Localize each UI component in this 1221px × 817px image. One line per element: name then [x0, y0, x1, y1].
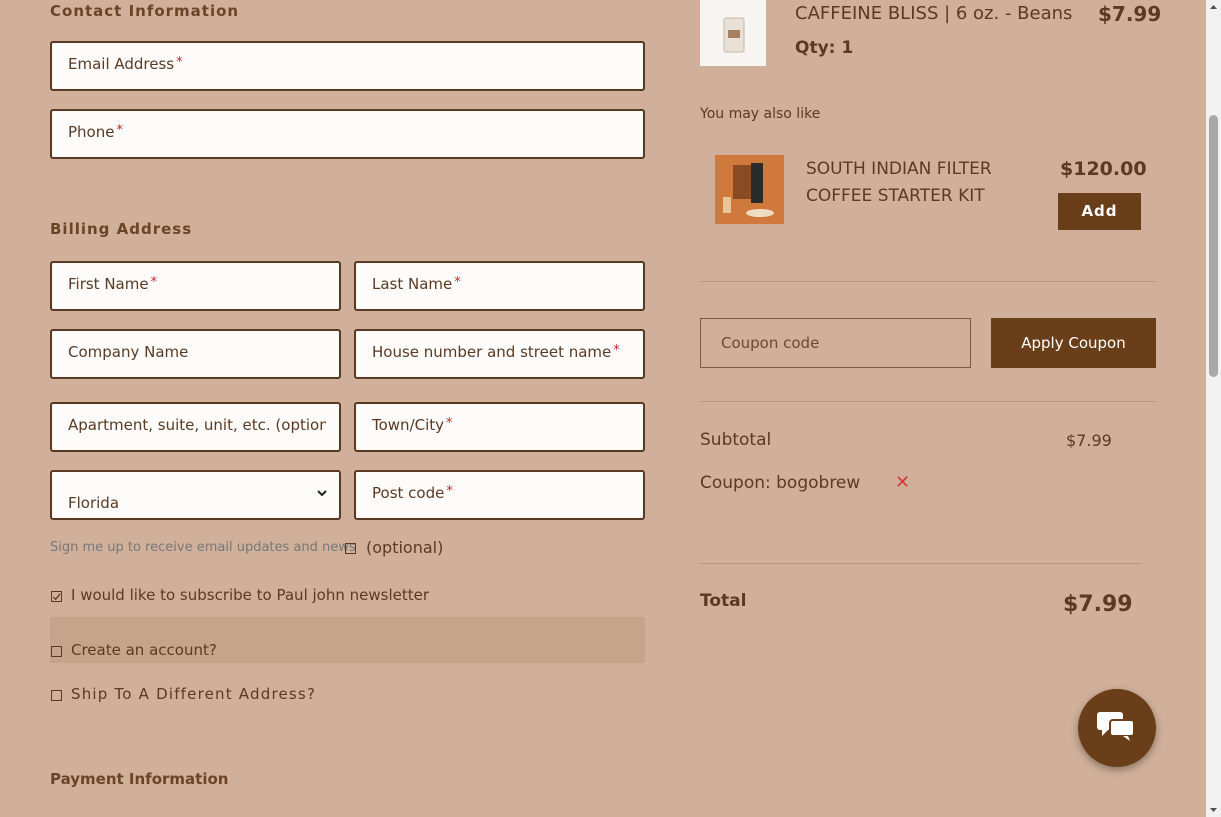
- total-label: Total: [700, 591, 747, 611]
- phone-placeholder: Phone: [68, 123, 115, 141]
- applied-coupon-label: Coupon: bogobrew: [700, 473, 861, 493]
- chat-button[interactable]: [1078, 689, 1156, 767]
- checkmark-icon: [52, 593, 61, 601]
- state-select[interactable]: Florida: [50, 470, 341, 520]
- town-city-placeholder: Town/City: [372, 416, 445, 434]
- contact-section-title: Contact Information: [50, 2, 240, 20]
- total-value: $7.99: [1063, 592, 1133, 617]
- required-mark: *: [446, 484, 453, 499]
- apply-coupon-button[interactable]: Apply Coupon: [991, 318, 1156, 368]
- page-scrollbar[interactable]: [1206, 0, 1221, 817]
- town-city-field[interactable]: Town/City *: [354, 402, 645, 452]
- upsell-product-name-line1: SOUTH INDIAN FILTER: [806, 159, 992, 179]
- upsell-product-price: $120.00: [1060, 158, 1147, 180]
- required-mark: *: [150, 275, 158, 290]
- apartment-placeholder: Apartment, suite, unit, etc. (option: [68, 416, 326, 434]
- remove-coupon-icon[interactable]: ✕: [895, 472, 910, 493]
- first-name-placeholder: First Name: [68, 275, 149, 293]
- divider: [700, 281, 1156, 282]
- billing-section-title: Billing Address: [50, 220, 193, 238]
- optional-label: (optional): [366, 538, 444, 557]
- subtotal-label: Subtotal: [700, 430, 772, 450]
- chevron-down-icon: [317, 490, 327, 497]
- cart-item-price: $7.99: [1098, 2, 1162, 26]
- subtotal-value: $7.99: [1066, 431, 1112, 450]
- cart-item-image: [700, 0, 766, 66]
- email-updates-checkbox[interactable]: [345, 543, 356, 554]
- cart-item-name: CAFFEINE BLISS | 6 oz. - Beans: [795, 3, 1073, 24]
- first-name-field[interactable]: First Name *: [50, 261, 341, 311]
- email-placeholder: Email Address: [68, 55, 175, 73]
- ship-different-label: Ship To A Different Address?: [71, 685, 317, 703]
- coffee-bag-image: [723, 17, 745, 53]
- upsell-add-button[interactable]: Add: [1058, 193, 1141, 230]
- company-name-placeholder: Company Name: [68, 343, 189, 361]
- required-mark: *: [116, 123, 123, 138]
- cart-item-qty: Qty: 1: [795, 38, 854, 58]
- postcode-placeholder: Post code: [372, 484, 445, 502]
- scroll-down-arrow-icon: [1210, 808, 1217, 812]
- create-account-label: Create an account?: [71, 641, 217, 659]
- newsletter-label: I would like to subscribe to Paul john n…: [71, 586, 430, 604]
- payment-section-title: Payment Information: [50, 770, 229, 788]
- scrollbar-thumb[interactable]: [1209, 115, 1218, 377]
- create-account-checkbox[interactable]: [51, 646, 62, 657]
- divider: [700, 401, 1156, 402]
- required-mark: *: [454, 275, 461, 290]
- newsletter-checkbox[interactable]: [51, 591, 62, 602]
- upsell-product-name-line2: COFFEE STARTER KIT: [806, 186, 985, 206]
- email-updates-label: Sign me up to receive email updates and …: [50, 540, 356, 555]
- company-name-field[interactable]: Company Name: [50, 329, 341, 379]
- ship-different-checkbox[interactable]: [51, 690, 62, 701]
- last-name-placeholder: Last Name: [372, 275, 453, 293]
- scroll-up-arrow-icon: [1210, 5, 1217, 9]
- chat-bubbles-icon: [1097, 712, 1135, 741]
- street-address-placeholder: House number and street name: [372, 343, 612, 361]
- phone-field[interactable]: Phone *: [50, 109, 645, 159]
- email-field[interactable]: Email Address *: [50, 41, 645, 91]
- upsell-product-image: [715, 155, 784, 224]
- required-mark: *: [176, 55, 183, 70]
- postcode-field[interactable]: Post code *: [354, 470, 645, 520]
- upsell-title: You may also like: [700, 106, 821, 122]
- divider: [700, 563, 1141, 564]
- apartment-field[interactable]: Apartment, suite, unit, etc. (option: [50, 402, 341, 452]
- coupon-placeholder: Coupon code: [721, 334, 820, 352]
- street-address-field[interactable]: House number and street name *: [354, 329, 645, 379]
- coupon-input[interactable]: Coupon code: [700, 318, 971, 368]
- state-selected-value: Florida: [68, 494, 120, 512]
- coffee-kit-image: [715, 155, 784, 224]
- last-name-field[interactable]: Last Name *: [354, 261, 645, 311]
- required-mark: *: [446, 416, 453, 431]
- required-mark: *: [613, 343, 620, 358]
